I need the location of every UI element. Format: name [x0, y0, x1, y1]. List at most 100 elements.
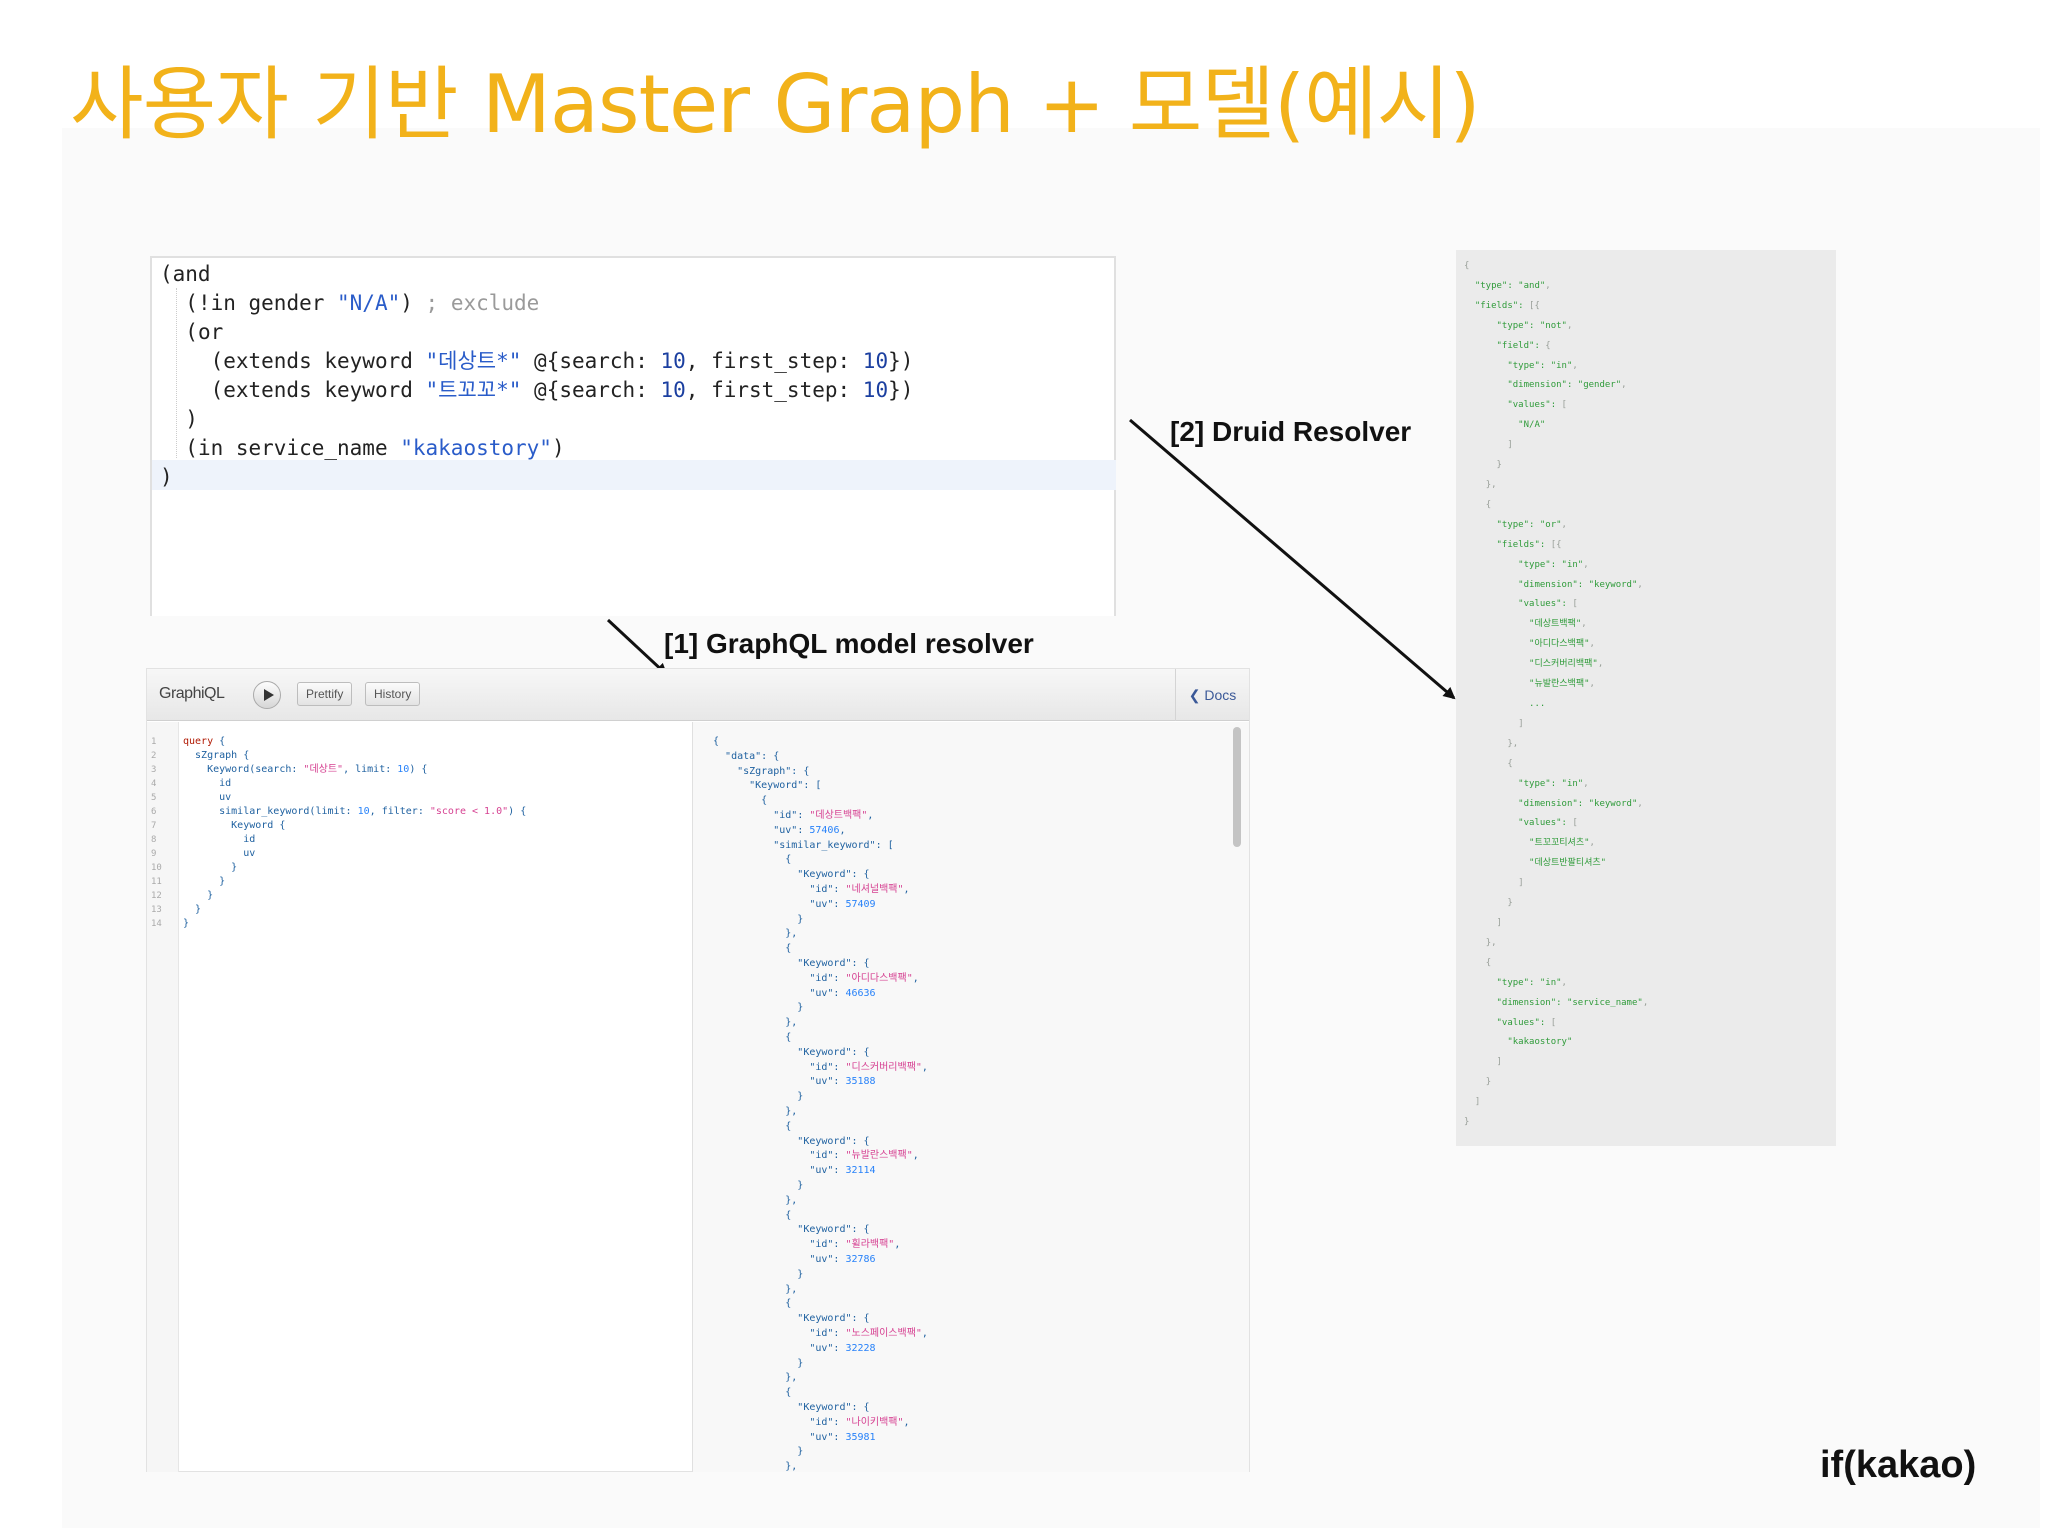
query-code-line: id — [183, 834, 256, 845]
result-code-line: "Keyword": { — [797, 1135, 870, 1147]
result-code-line: "Keyword": { — [797, 1224, 870, 1236]
line-number: 12 — [151, 891, 162, 901]
brand-logo: if(kakao) — [1820, 1444, 1977, 1486]
druid-code-line: "트꼬꼬티셔츠", — [1464, 838, 1595, 849]
line-number: 7 — [151, 821, 157, 831]
druid-code-line: "뉴발란스백팩", — [1464, 679, 1595, 690]
line-number: 5 — [151, 793, 157, 803]
result-code-line: "id": "아디다스백팩", — [809, 972, 919, 984]
result-code-line: "id": "뉴발란스백팩", — [809, 1150, 919, 1162]
druid-code-line: ] — [1496, 918, 1502, 928]
druid-code-line: "데상트백팩", — [1464, 619, 1587, 630]
edn-code-line: (!in gender "N/A") ; exclude — [185, 291, 540, 315]
result-code-line: { — [713, 1298, 792, 1310]
result-code-line: { — [713, 854, 792, 866]
druid-code-line: "values": [ — [1464, 1017, 1557, 1028]
result-code-line: { — [713, 1032, 792, 1043]
druid-code-line: "type": "in", — [1464, 778, 1589, 789]
query-code-line: } — [183, 876, 226, 887]
druid-code-line: "values": [ — [1464, 400, 1567, 411]
druid-code-line: "fields": [{ — [1464, 539, 1562, 550]
result-code-line: { — [713, 1120, 792, 1132]
result-code-line: "Keyword": { — [797, 958, 870, 969]
druid-code-line: { — [1464, 261, 1470, 271]
edn-code-line: (or — [185, 320, 224, 344]
result-code-line: "uv": 57409 — [809, 898, 876, 910]
druid-code-line: "dimension": "service_name", — [1464, 997, 1649, 1008]
query-code-line: uv — [183, 848, 256, 859]
edn-code-line: ) — [185, 407, 198, 431]
result-scrollbar[interactable] — [1233, 727, 1241, 847]
line-number: 9 — [151, 849, 157, 859]
result-code-line: }, — [713, 1372, 798, 1384]
result-code-line: } — [713, 1091, 804, 1103]
druid-code-line: } — [1485, 1077, 1492, 1088]
edn-query-editor[interactable]: (and (!in gender "N/A") ; exclude (or (e… — [150, 256, 1116, 616]
line-number: 13 — [151, 905, 162, 915]
druid-code-line: } — [1507, 898, 1513, 909]
result-code-line: { — [713, 943, 792, 955]
query-code-line: } — [183, 904, 202, 915]
druid-code-line: "dimension": "keyword", — [1464, 579, 1643, 590]
result-code-line: } — [713, 1180, 804, 1191]
result-code-line: { — [713, 1209, 792, 1221]
druid-code-line: "values": [ — [1464, 599, 1578, 610]
result-code-line: }, — [713, 1194, 798, 1206]
result-code-line: } — [713, 1002, 804, 1014]
druid-code-line: }, — [1507, 738, 1519, 749]
query-code-line: } — [183, 890, 214, 901]
result-code-line: }, — [713, 928, 798, 940]
line-number: 10 — [151, 863, 162, 873]
query-code-line: uv — [183, 792, 232, 803]
prettify-button[interactable]: Prettify — [297, 682, 353, 706]
graphiql-toolbar: GraphiQL Prettify History ❮ Docs — [147, 669, 1249, 721]
result-code-line: "similar_keyword": [ — [773, 839, 894, 851]
docs-button[interactable]: ❮ Docs — [1175, 669, 1249, 721]
result-code-line: { — [713, 795, 768, 807]
query-code-line: query { — [183, 736, 226, 747]
druid-code-line: "dimension": "keyword", — [1464, 798, 1643, 809]
druid-code-line: "type": "or", — [1464, 519, 1567, 530]
query-code-line: similar_keyword(limit: 10, filter: "scor… — [183, 806, 527, 817]
execute-query-button[interactable] — [253, 681, 281, 709]
druid-code-line: "fields": [{ — [1464, 300, 1540, 311]
result-code-line: "id": "휠라백팩", — [809, 1239, 901, 1251]
edn-code-line: (extends keyword "데상트*" @{search: 10, fi… — [210, 349, 914, 373]
druid-code-line: } — [1496, 460, 1502, 471]
result-code-line: "uv": 57406, — [773, 824, 846, 836]
druid-code-line: "type": "in", — [1464, 360, 1578, 371]
druid-code-line: "데상트반팔티셔츠" — [1464, 858, 1607, 869]
druid-code-line: "type": "not", — [1464, 320, 1573, 331]
druid-code-line: { — [1485, 957, 1492, 968]
edn-code-line: (and — [160, 262, 211, 286]
result-code-line: "id": "네셔널백팩", — [809, 884, 910, 895]
edn-code-line: (in service_name "kakaostory") — [185, 436, 565, 460]
line-number: 1 — [151, 737, 157, 747]
edn-code-line: ) — [160, 465, 173, 489]
result-code-line: }, — [713, 1283, 798, 1295]
edn-code-line: (extends keyword "트꼬꼬*" @{search: 10, fi… — [210, 378, 914, 402]
result-code-line: "uv": 32114 — [809, 1165, 876, 1177]
query-code-line: } — [183, 862, 238, 873]
result-code-line: "uv": 46636 — [809, 987, 876, 999]
druid-code-line: "dimension": "gender", — [1464, 380, 1627, 391]
result-code-line: "Keyword": { — [797, 1046, 870, 1058]
line-number: 4 — [151, 779, 157, 789]
druid-code-line: { — [1485, 499, 1492, 510]
query-code-line: } — [183, 918, 190, 929]
chevron-left-icon: ❮ — [1188, 687, 1201, 703]
druid-resolver-label: [2] Druid Resolver — [1170, 416, 1412, 447]
line-number: 2 — [151, 751, 157, 761]
history-button[interactable]: History — [365, 682, 421, 706]
result-code-line: { — [713, 1387, 792, 1399]
pane-divider[interactable] — [692, 722, 693, 1472]
druid-code-line: "아디다스백팩", — [1464, 639, 1595, 650]
result-code-line: "uv": 35188 — [809, 1076, 876, 1088]
result-code-line: } — [713, 1357, 804, 1369]
druid-code-line: ] — [1518, 878, 1524, 889]
graphql-resolver-label: [1] GraphQL model resolver — [664, 628, 1034, 659]
result-code-line: { — [713, 736, 720, 747]
druid-code-line: } — [1464, 1117, 1470, 1128]
edn-query-code: (and (!in gender "N/A") ; exclude (or (e… — [160, 260, 913, 492]
result-code-line: "Keyword": { — [797, 1402, 870, 1413]
